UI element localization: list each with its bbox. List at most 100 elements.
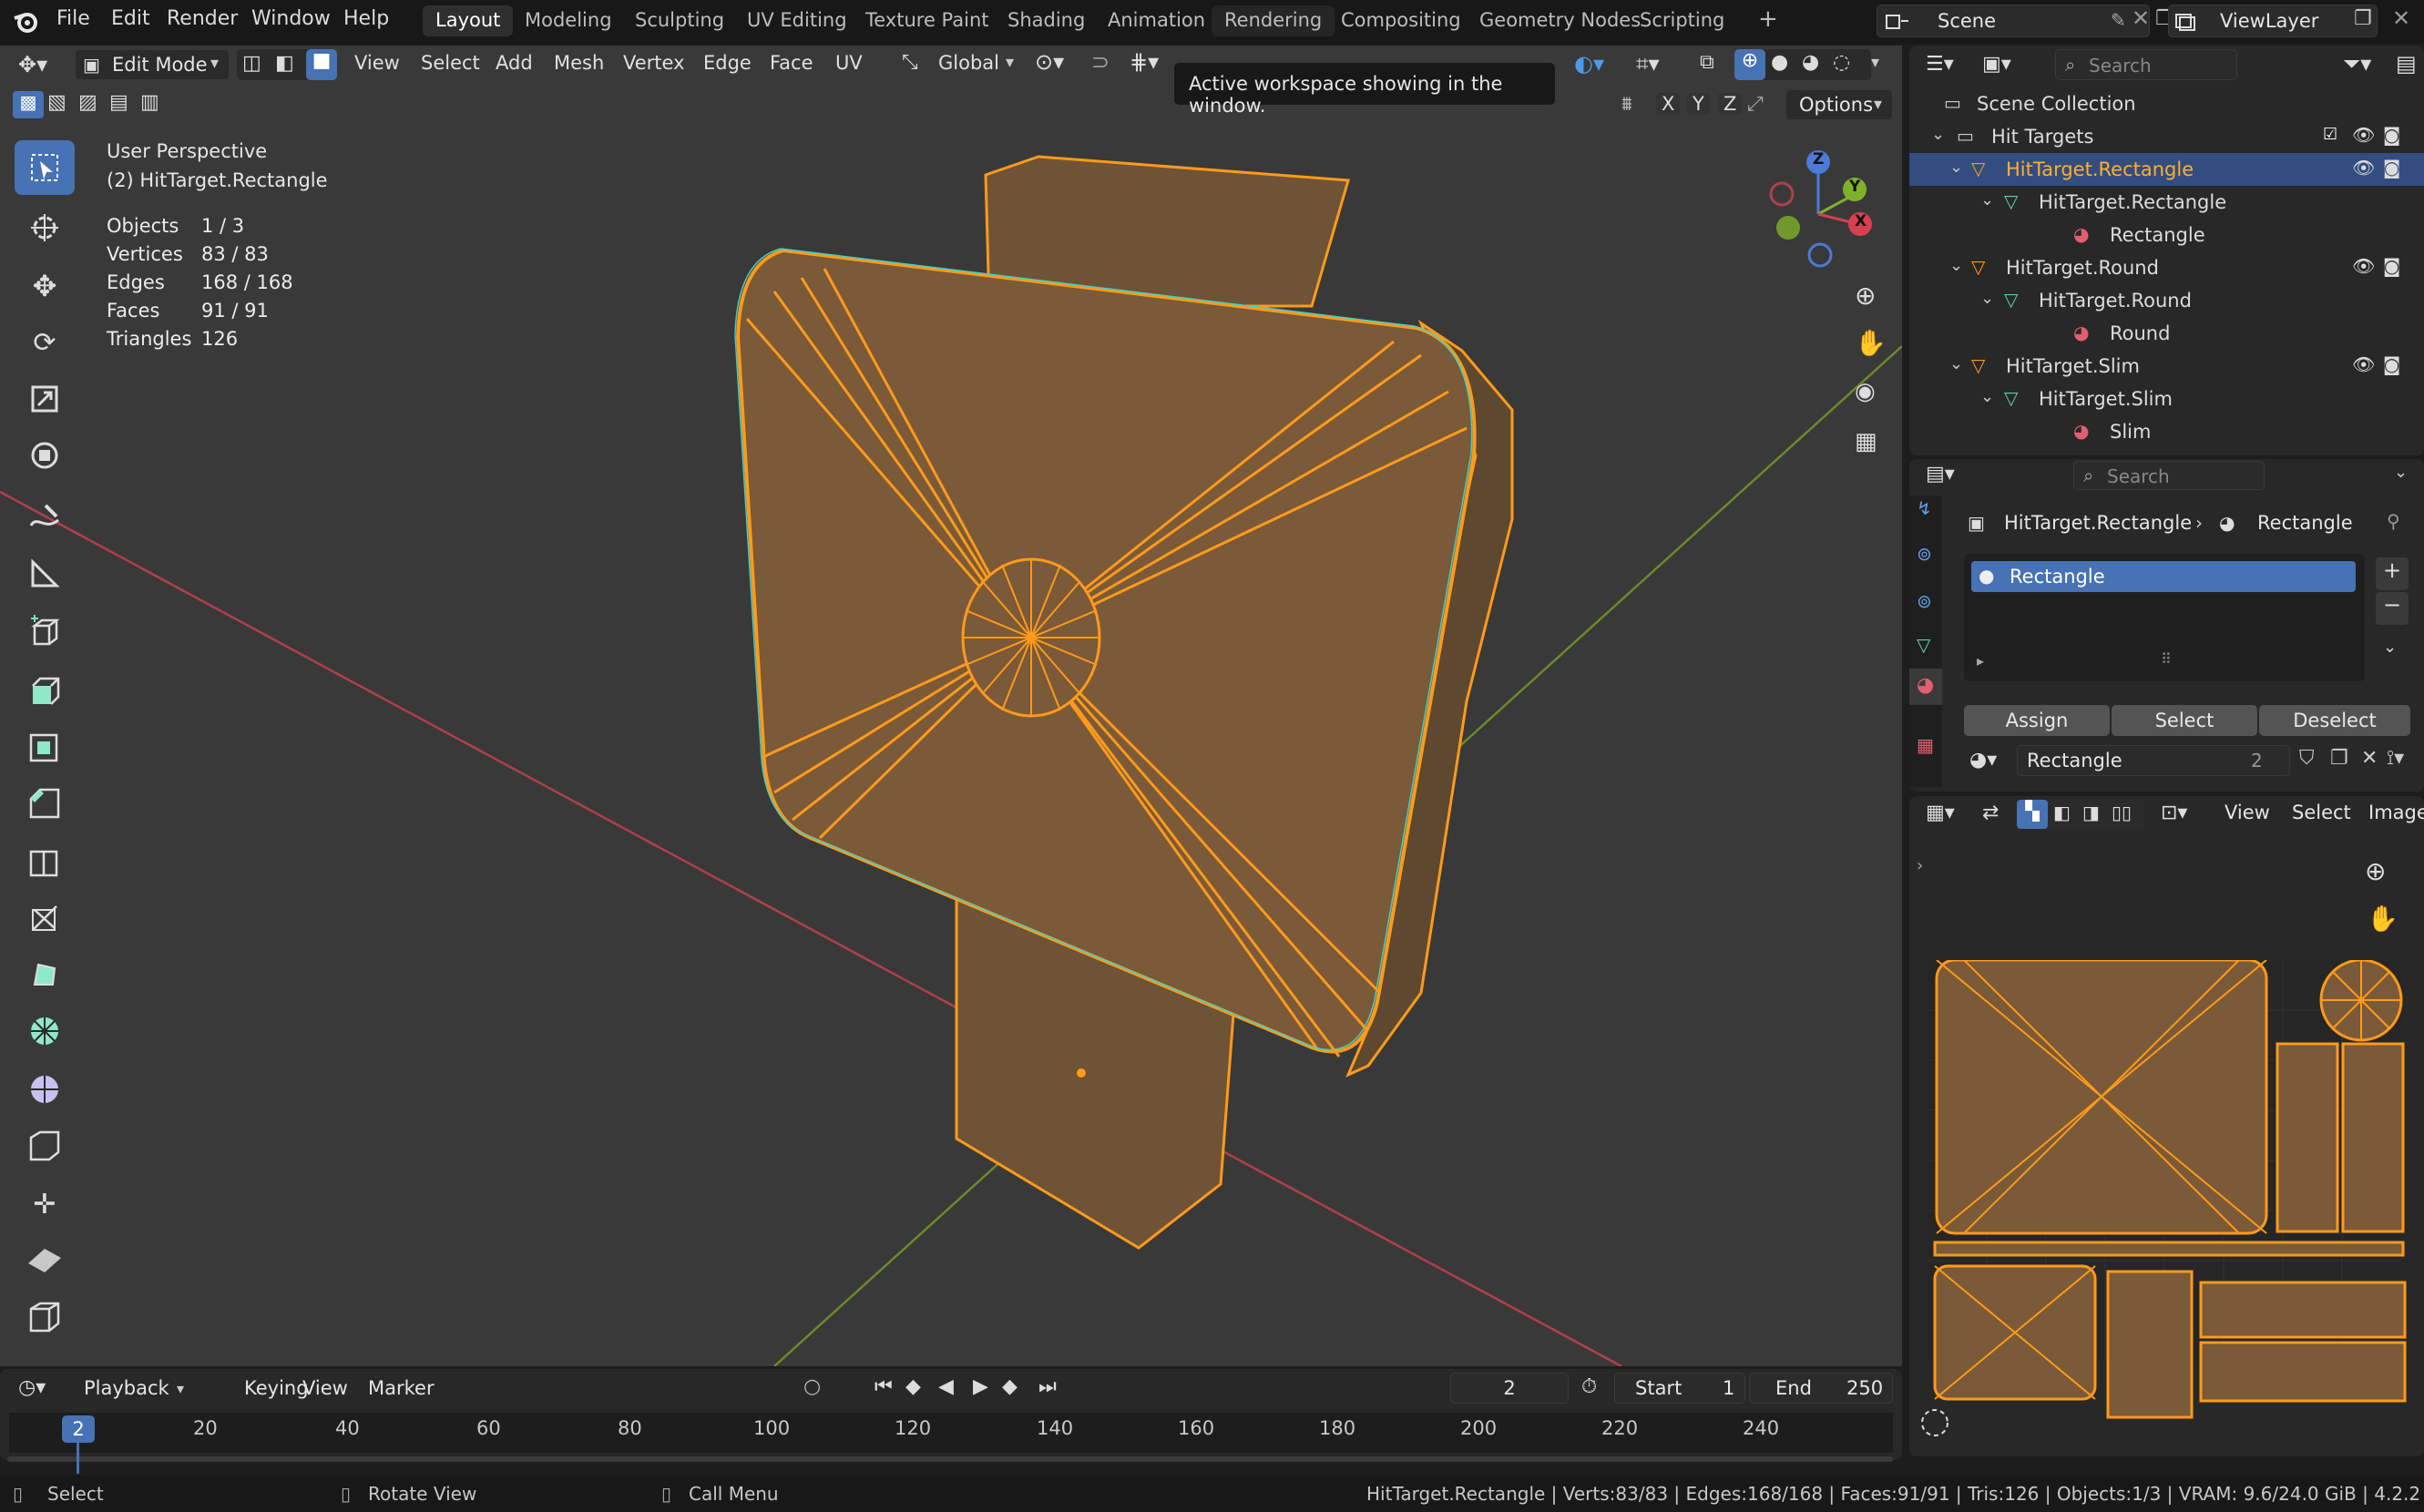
tab-modeling[interactable]: Modeling (512, 5, 625, 36)
tab-uv-editing[interactable]: UV Editing (734, 5, 860, 36)
display-mode-icon[interactable]: ▣▾ (1982, 53, 2011, 76)
expand-chevron-icon[interactable]: ⌄ (1980, 387, 1994, 406)
expand-chevron-icon[interactable]: ⌄ (1980, 289, 1994, 308)
jump-end-icon[interactable]: ⏭ (1038, 1375, 1057, 1398)
filter-icon[interactable]: ⏷▾ (2343, 51, 2371, 77)
gizmo-y-label[interactable]: Y (1849, 178, 1860, 196)
mirror-icon[interactable]: ⩩ (1621, 93, 1632, 116)
editor-type-icon[interactable]: ✥▾ (18, 52, 47, 77)
gizmo-x-label[interactable]: X (1855, 212, 1867, 230)
poly-build-tool[interactable] (15, 947, 75, 1002)
current-frame-field[interactable]: 2 (1450, 1373, 1569, 1404)
jump-start-icon[interactable]: ⏮ (874, 1375, 893, 1398)
intersect-selection-icon[interactable]: ▥ (140, 91, 159, 114)
uv-island-mode-icon[interactable]: ▯▯ (2112, 802, 2132, 823)
mesh-data-tab-icon[interactable]: ▽ (1917, 634, 1930, 656)
properties-search[interactable]: ⌕ Search (2073, 461, 2265, 490)
mode-selector[interactable]: ▣ Edit Mode ▾ (75, 49, 230, 80)
material-name-field[interactable]: Rectangle 2 (2017, 745, 2290, 776)
extrude-tool[interactable] (15, 663, 75, 718)
material-options-icon[interactable]: ⟟▾ (2387, 747, 2404, 770)
checkbox-icon[interactable]: ☑ (2323, 125, 2337, 144)
eye-icon[interactable]: 👁 (2352, 255, 2375, 277)
view-layer-close-icon[interactable]: ✕ (2392, 5, 2410, 31)
extend-selection-icon[interactable]: ▧ (47, 91, 66, 114)
perspective-grid-icon[interactable]: ▦ (1855, 428, 1877, 455)
measure-tool[interactable] (15, 547, 75, 601)
timeline-editor-icon[interactable]: ◷▾ (18, 1376, 46, 1399)
constraints-tab-icon[interactable]: ⊚ (1917, 543, 1932, 565)
loop-cut-tool[interactable] (15, 834, 75, 889)
solid-shading-icon[interactable]: ● (1771, 51, 1788, 74)
orientation-selector[interactable]: Global (938, 52, 999, 74)
menu-select[interactable]: Select (421, 52, 480, 74)
wireframe-shading-icon[interactable]: ⊕ (1734, 49, 1765, 80)
snap-icon[interactable]: ⊃ (1091, 49, 1110, 75)
tab-compositing[interactable]: Compositing (1328, 5, 1474, 36)
move-tool[interactable]: ✥ (15, 259, 75, 313)
pin-icon[interactable]: ⚲ (2387, 510, 2400, 532)
snap-settings-icon[interactable]: ⋕▾ (1130, 49, 1159, 75)
menu-face[interactable]: Face (770, 52, 813, 74)
outliner-row-scene-collection[interactable]: ▭ Scene Collection (1909, 87, 2424, 120)
scene-close-icon[interactable]: ✕ (2132, 5, 2150, 31)
edge-slide-tool[interactable] (15, 1119, 75, 1173)
properties-options-chevron-icon[interactable]: ⌄ (2394, 463, 2408, 482)
expand-chevron-icon[interactable]: ⌄ (1931, 125, 1945, 144)
eye-icon[interactable]: 👁 (2352, 157, 2375, 179)
difference-selection-icon[interactable]: ▤ (109, 91, 128, 114)
gizmo-toggle-icon[interactable]: ⌗▾ (1636, 51, 1660, 77)
outliner-row-mesh-data-slim[interactable]: ⌄ ▽ HitTarget.Slim (1909, 383, 2424, 415)
shrink-fatten-tool[interactable]: ✛ (15, 1177, 75, 1231)
expand-chevron-icon[interactable]: ⌄ (1949, 256, 1963, 275)
play-icon[interactable]: ▶ (973, 1375, 988, 1398)
scale-tool[interactable] (15, 372, 75, 426)
material-shading-icon[interactable]: ◕ (1802, 51, 1819, 74)
transform-tool[interactable] (15, 428, 75, 483)
resize-grip-icon[interactable]: ⠿ (2161, 650, 2172, 668)
menu-help[interactable]: Help (343, 7, 389, 30)
uv-editor-panel[interactable]: ▦▾ ⇄ ▚ ◧ ◨ ▯▯ ⊡▾ View Select Image › ⊕ ✋ (1909, 796, 2424, 1456)
pan-hand-icon[interactable]: ✋ (1855, 328, 1887, 358)
playback-menu[interactable]: Playback (84, 1377, 169, 1399)
expand-chevron-icon[interactable]: ⌄ (1980, 190, 1994, 209)
add-cube-tool[interactable] (15, 605, 75, 659)
topology-mirror-icon[interactable]: ⤢ (1747, 93, 1764, 116)
add-slot-button[interactable]: + (2376, 557, 2409, 590)
shear-tool[interactable] (15, 1233, 75, 1288)
gizmo-z-label[interactable]: Z (1813, 150, 1824, 169)
outliner-row-material-round[interactable]: ◕ Round (1909, 317, 2424, 350)
play-reverse-icon[interactable]: ◀ (938, 1375, 954, 1398)
edge-select-icon[interactable]: ◧ (275, 52, 294, 75)
blender-logo-icon[interactable] (13, 9, 38, 35)
outliner-row-hittarget-rectangle[interactable]: ⌄ ▽ HitTarget.Rectangle 👁 ◙ (1909, 153, 2424, 186)
uv-menu-view[interactable]: View (2225, 802, 2270, 823)
preview-range-icon[interactable]: ⏱ (1581, 1375, 1597, 1398)
view-layer-selector[interactable]: ViewLayer (2168, 5, 2378, 37)
uv-menu-select[interactable]: Select (2292, 802, 2351, 823)
inset-tool[interactable] (15, 720, 75, 774)
uv-edge-mode-icon[interactable]: ◧ (2053, 802, 2071, 823)
outliner-row-material-slim[interactable]: ◕ Slim (1909, 415, 2424, 448)
pin-icon[interactable]: ✎ (2111, 9, 2126, 31)
add-workspace-button[interactable]: + (1745, 5, 1791, 36)
eye-icon[interactable]: 👁 (2352, 124, 2375, 146)
xray-icon[interactable]: ⧉ (1700, 51, 1714, 74)
menu-vertex[interactable]: Vertex (623, 52, 685, 74)
outliner-search[interactable]: ⌕ Search (2055, 49, 2237, 80)
jump-keyframe-forward-icon[interactable]: ◆ (1002, 1375, 1018, 1398)
keying-menu[interactable]: Keying (244, 1377, 309, 1399)
properties-editor-icon[interactable]: ▤▾ (1926, 463, 1955, 485)
cursor-tool[interactable] (15, 200, 75, 255)
tab-layout[interactable]: Layout (423, 5, 514, 36)
auto-keying-icon[interactable]: ○ (803, 1375, 821, 1398)
remove-slot-button[interactable]: − (2376, 592, 2409, 625)
uv-pan-hand-icon[interactable]: ✋ (2367, 904, 2398, 934)
pivot-icon[interactable]: ⊙▾ (1035, 49, 1064, 75)
browse-material-icon[interactable]: ◕▾ (1969, 749, 1997, 771)
material-slot-row[interactable]: ● Rectangle (1971, 561, 2356, 592)
select-box-tool[interactable] (15, 140, 75, 195)
assign-button[interactable]: Assign (1964, 705, 2110, 736)
outliner-row-mesh-data-rectangle[interactable]: ⌄ ▽ HitTarget.Rectangle (1909, 186, 2424, 219)
playhead-frame[interactable]: 2 (62, 1415, 95, 1443)
